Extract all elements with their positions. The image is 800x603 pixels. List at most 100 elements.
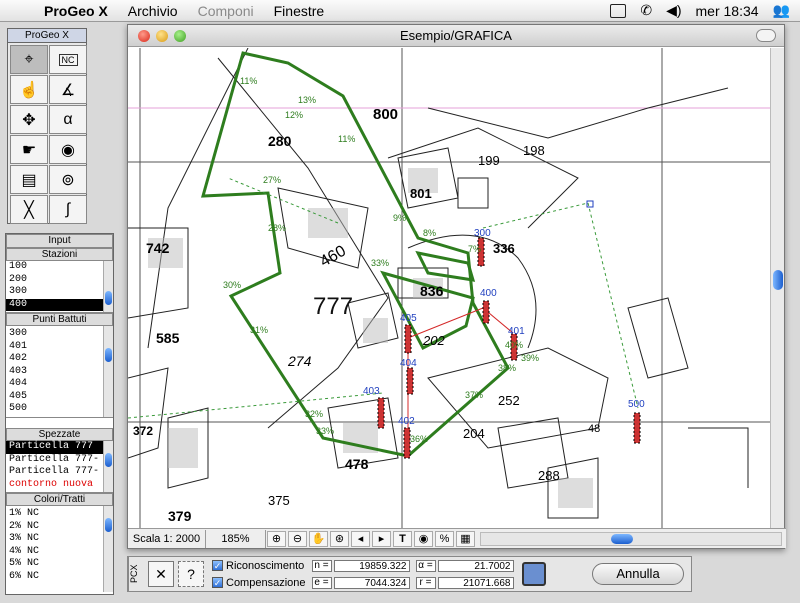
list-item[interactable]: Particella 777- — [6, 454, 113, 467]
list-item[interactable]: 401 — [6, 341, 113, 354]
move-hand-icon[interactable]: ✥ — [10, 105, 48, 134]
zoom-display[interactable]: 185% — [206, 529, 266, 548]
parcel-label: 48 — [588, 423, 601, 435]
input-panel: Input Stazioni 100 200 300 400 Punti Bat… — [5, 233, 114, 595]
menu-archivio[interactable]: Archivio — [118, 3, 188, 19]
clock[interactable]: mer 18:34 — [696, 3, 759, 19]
zoom-window-icon[interactable] — [174, 30, 186, 42]
list-item[interactable]: 2% NC — [6, 521, 113, 534]
toolbar-toggle-icon[interactable] — [756, 29, 776, 42]
zoom-previous-icon[interactable]: ◂ — [351, 530, 370, 547]
hand-station-icon[interactable]: ☝ — [10, 75, 48, 104]
help-button[interactable]: ? — [178, 561, 204, 587]
e-value-field[interactable]: 7044.324 — [333, 576, 410, 589]
riconoscimento-label: Riconoscimento — [226, 559, 305, 572]
volume-icon[interactable]: ◀) — [666, 2, 681, 19]
zoom-fit-icon[interactable]: ⊛ — [330, 530, 349, 547]
compensazione-checkbox[interactable]: ✓ Compensazione — [212, 576, 306, 590]
scrollbar[interactable] — [103, 326, 113, 417]
percent-label: 33% — [371, 258, 390, 268]
app-menu[interactable]: ProGeo X — [34, 3, 118, 19]
list-item[interactable]: 200 — [6, 274, 113, 287]
list-item[interactable]: 403 — [6, 366, 113, 379]
horizontal-scrollbar[interactable] — [480, 531, 782, 546]
layers-tool-icon[interactable]: ▦ — [456, 530, 475, 547]
list-item[interactable]: 300 — [6, 286, 113, 299]
curve-tool-icon[interactable]: ∫ — [49, 195, 87, 224]
percent-tool-icon[interactable]: % — [435, 530, 454, 547]
camera-tool-icon[interactable]: ◉ — [49, 135, 87, 164]
percent-label: 13% — [298, 95, 317, 105]
list-item[interactable]: 500 — [6, 403, 113, 416]
punti-list[interactable]: 300 401 402 403 404 405 500 — [6, 326, 113, 418]
percent-label: 37% — [465, 390, 484, 400]
scrollbar[interactable] — [103, 261, 113, 312]
menu-componi[interactable]: Componi — [188, 3, 264, 19]
parcel-label: 777 — [313, 293, 354, 320]
pan-hand-icon[interactable]: ✋ — [309, 530, 328, 547]
parcel-label: 800 — [373, 106, 399, 123]
graphic-window: Esempio/GRAFICA 777 800 280 801 460 836 … — [127, 24, 786, 549]
window-statusbar: Scala 1: 2000 185% ⊕ ⊖ ✋ ⊛ ◂ ▸ T ◉ % ▦ — [128, 528, 786, 548]
station-label: 404 — [400, 358, 417, 369]
percent-label: 28% — [268, 223, 287, 233]
list-item[interactable]: Particella 777- — [6, 466, 113, 479]
close-button[interactable]: ✕ — [148, 561, 174, 587]
list-item-selected[interactable]: Particella 777 — [6, 441, 113, 454]
list-item[interactable]: 3% NC — [6, 533, 113, 546]
close-window-icon[interactable] — [138, 30, 150, 42]
spezzate-list[interactable]: Particella 777 Particella 777- Particell… — [6, 441, 113, 493]
zoom-in-icon[interactable]: ⊕ — [267, 530, 286, 547]
percent-label: 11% — [240, 76, 258, 86]
menu-bar: ProGeo X Archivio Componi Finestre ✆ ◀) … — [0, 0, 800, 22]
alpha-tool-icon[interactable]: α — [49, 105, 87, 134]
window-titlebar[interactable]: Esempio/GRAFICA — [128, 25, 784, 47]
minimize-window-icon[interactable] — [156, 30, 168, 42]
scrollbar[interactable] — [103, 506, 113, 592]
colori-list[interactable]: 1% NC 2% NC 3% NC 4% NC 5% NC 6% NC — [6, 506, 113, 592]
menu-finestre[interactable]: Finestre — [264, 3, 335, 19]
zoom-out-icon[interactable]: ⊖ — [288, 530, 307, 547]
parcel-label: 274 — [288, 353, 312, 369]
percent-label: 9% — [393, 213, 407, 223]
list-item[interactable]: 5% NC — [6, 558, 113, 571]
list-item[interactable]: 405 — [6, 391, 113, 404]
stazioni-list[interactable]: 100 200 300 400 — [6, 261, 113, 313]
folder-tool-icon[interactable]: ▤ — [10, 165, 48, 194]
zoom-next-icon[interactable]: ▸ — [372, 530, 391, 547]
n-value-field[interactable]: 19859.322 — [333, 559, 410, 572]
riconoscimento-checkbox[interactable]: ✓ Riconoscimento — [212, 559, 306, 573]
list-item[interactable]: 100 — [6, 261, 113, 274]
nc-tool-icon[interactable]: NC — [49, 45, 87, 74]
parcel-label: 478 — [345, 456, 369, 472]
vertical-scrollbar[interactable] — [770, 48, 784, 528]
scale-display[interactable]: Scala 1: 2000 — [128, 529, 206, 548]
map-canvas[interactable]: 777 800 280 801 460 836 742 585 274 202 … — [128, 48, 771, 528]
angle-tool-icon[interactable]: ∡ — [49, 75, 87, 104]
list-item[interactable]: 404 — [6, 378, 113, 391]
parcel-label: 372 — [133, 424, 154, 438]
target-tool-icon[interactable]: ⊚ — [49, 165, 87, 194]
r-value-field[interactable]: 21071.668 — [437, 576, 514, 589]
station-tool-icon[interactable]: ⌖ — [10, 45, 48, 74]
scrollbar[interactable] — [103, 441, 113, 492]
list-item[interactable]: contorno nuova — [6, 479, 113, 492]
phone-icon[interactable]: ✆ — [640, 2, 652, 19]
text-tool-icon[interactable]: T — [393, 530, 412, 547]
parcel-label: 585 — [156, 330, 180, 346]
list-item[interactable]: 6% NC — [6, 571, 113, 584]
alpha-value-field[interactable]: 21.7002 — [437, 559, 514, 572]
cross-tool-icon[interactable]: ╳ — [10, 195, 48, 224]
list-item[interactable]: 402 — [6, 353, 113, 366]
parcel-label: 801 — [410, 186, 432, 201]
display-icon[interactable] — [610, 3, 627, 18]
list-item-selected[interactable]: 400 — [6, 298, 113, 311]
annulla-button[interactable]: Annulla — [592, 563, 684, 585]
list-item[interactable]: 1% NC — [6, 508, 113, 521]
list-item[interactable]: 4% NC — [6, 546, 113, 559]
percent-label: 7% — [468, 244, 482, 254]
users-icon[interactable]: 👥 — [773, 2, 790, 19]
view-eye-icon[interactable]: ◉ — [414, 530, 433, 547]
point-hand-icon[interactable]: ☛ — [10, 135, 48, 164]
list-item[interactable]: 300 — [6, 328, 113, 341]
